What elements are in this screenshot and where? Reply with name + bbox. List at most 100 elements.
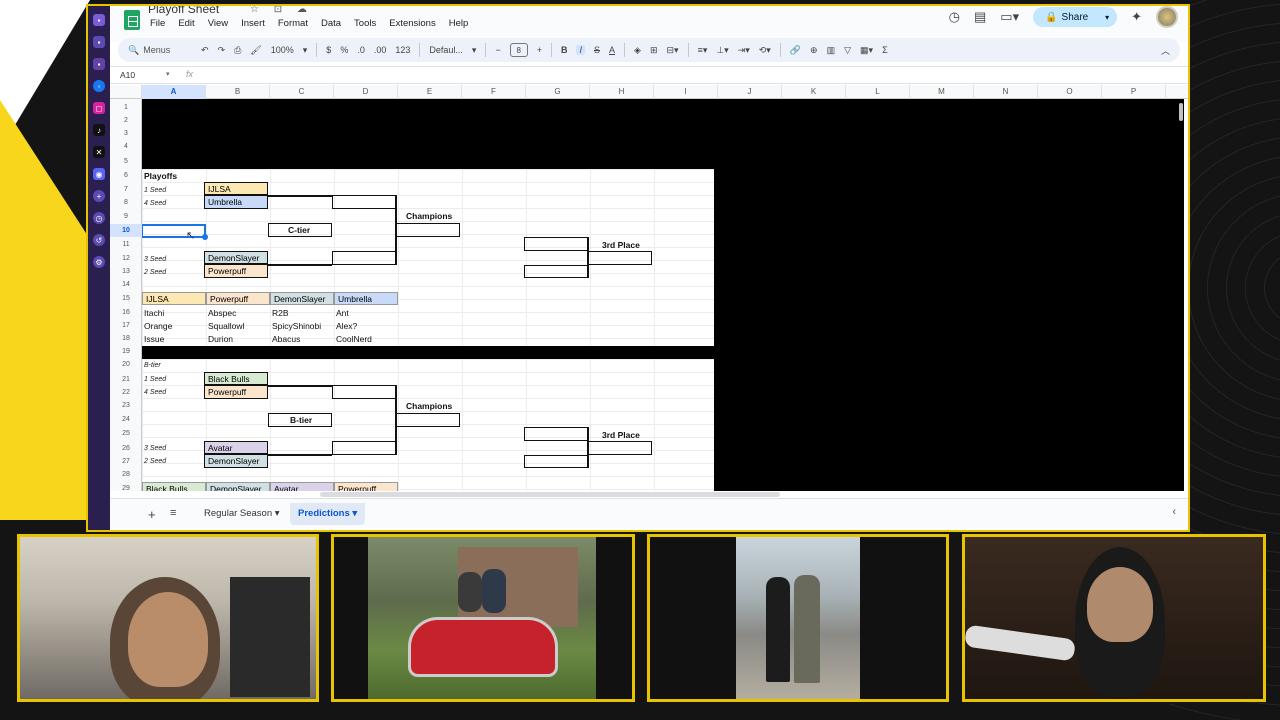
number-format-button[interactable]: 123: [395, 45, 410, 55]
cell-grid[interactable]: Playoffs 1 Seed 4 Seed 3 Seed 2 Seed IJL…: [142, 99, 1184, 491]
row-header[interactable]: 14: [110, 278, 142, 291]
link-icon[interactable]: 🔗: [790, 45, 801, 56]
row-header[interactable]: 23: [110, 399, 142, 412]
row-header[interactable]: 28: [110, 468, 142, 481]
roster-header[interactable]: Powerpuff: [334, 482, 398, 491]
roster-cell[interactable]: Ant: [334, 307, 349, 319]
row-header[interactable]: 17: [110, 319, 142, 332]
row-header[interactable]: 11: [110, 238, 142, 251]
font-size-increase-button[interactable]: +: [537, 45, 542, 55]
increase-decimal-button[interactable]: .00: [374, 45, 387, 55]
italic-button[interactable]: I: [576, 45, 585, 55]
rotate-icon[interactable]: ⟲▾: [759, 45, 771, 56]
vertical-scrollbar[interactable]: [1178, 101, 1184, 481]
col-header-h[interactable]: H: [590, 85, 654, 99]
roster-cell[interactable]: CoolNerd: [334, 333, 372, 345]
roster-header[interactable]: DemonSlayer: [270, 292, 334, 305]
filter-icon[interactable]: ▽: [844, 45, 851, 56]
share-button[interactable]: 🔒 Share ▾: [1033, 7, 1118, 27]
name-box[interactable]: A10: [120, 70, 135, 80]
chevron-down-icon[interactable]: ▾: [166, 70, 170, 78]
roster-cell[interactable]: Orange: [142, 320, 172, 332]
paint-format-icon[interactable]: 🖌: [250, 45, 261, 56]
font-size-decrease-button[interactable]: −: [495, 45, 500, 55]
chevron-down-icon[interactable]: ▾: [303, 45, 308, 56]
roster-cell[interactable]: Squallowl: [206, 320, 244, 332]
instagram-icon[interactable]: ◻: [93, 102, 105, 114]
menus-search[interactable]: 🔍 Menus: [128, 45, 192, 56]
row-header[interactable]: 19: [110, 345, 142, 358]
row-header[interactable]: 3: [110, 127, 142, 140]
team-cell[interactable]: Black Bulls: [204, 372, 268, 385]
col-header-o[interactable]: O: [1038, 85, 1102, 99]
row-header[interactable]: 7: [110, 183, 142, 196]
col-header-k[interactable]: K: [782, 85, 846, 99]
chevron-left-icon[interactable]: ‹: [1172, 506, 1176, 518]
x-icon[interactable]: ✕: [93, 146, 105, 158]
meet-icon[interactable]: ▭▾: [1000, 9, 1019, 25]
fill-color-icon[interactable]: ◈: [634, 45, 641, 56]
team-cell[interactable]: Powerpuff: [204, 385, 268, 399]
row-header[interactable]: 21: [110, 373, 142, 386]
team-cell[interactable]: DemonSlayer: [204, 454, 268, 468]
row-header-selected[interactable]: 10: [110, 224, 142, 237]
chevron-down-icon[interactable]: ▾: [275, 508, 280, 519]
horizontal-scrollbar[interactable]: [320, 492, 780, 497]
settings-icon[interactable]: ⚙: [93, 256, 105, 268]
history-icon[interactable]: ◷: [949, 9, 960, 25]
valign-icon[interactable]: ⊥▾: [716, 45, 728, 56]
col-header-f[interactable]: F: [462, 85, 526, 99]
text-color-button[interactable]: A: [609, 45, 615, 55]
font-size-input[interactable]: 8: [509, 43, 528, 57]
row-header[interactable]: 5: [110, 155, 142, 168]
avatar[interactable]: [1156, 6, 1178, 28]
tab-regular-season[interactable]: Regular Season ▾: [196, 503, 288, 525]
chart-icon[interactable]: ▥: [827, 45, 836, 56]
team-cell[interactable]: DemonSlayer: [204, 251, 268, 264]
col-header-c[interactable]: C: [270, 85, 334, 99]
row-header[interactable]: 6: [110, 169, 142, 182]
gemini-icon[interactable]: ✦: [1131, 9, 1142, 25]
team-cell[interactable]: Avatar: [204, 441, 268, 454]
roster-cell[interactable]: Abacus: [270, 333, 300, 345]
twitch-chat-icon[interactable]: ▪: [93, 58, 105, 70]
menu-insert[interactable]: Insert: [241, 18, 265, 29]
add-icon[interactable]: +: [93, 190, 105, 202]
roster-cell[interactable]: Alex?: [334, 320, 357, 332]
tiktok-icon[interactable]: ♪: [93, 124, 105, 136]
document-title[interactable]: Playoff Sheet: [148, 6, 219, 16]
row-header[interactable]: 4: [110, 140, 142, 153]
menu-data[interactable]: Data: [321, 18, 341, 29]
strikethrough-button[interactable]: S: [594, 45, 600, 55]
align-icon[interactable]: ≡▾: [698, 45, 708, 56]
collapse-toolbar-icon[interactable]: ︿: [1161, 44, 1170, 57]
comment-add-icon[interactable]: ⊕: [810, 45, 818, 56]
chevron-down-icon[interactable]: ▾: [472, 45, 477, 56]
menu-tools[interactable]: Tools: [354, 18, 376, 29]
col-header-j[interactable]: J: [718, 85, 782, 99]
roster-header[interactable]: Umbrella: [334, 292, 398, 305]
row-header[interactable]: 27: [110, 455, 142, 468]
scroll-thumb[interactable]: [1179, 103, 1183, 121]
font-select[interactable]: Defaul...: [429, 45, 463, 55]
twitch-icon[interactable]: ▪: [93, 14, 105, 26]
roster-cell[interactable]: Itachi: [142, 307, 164, 319]
roster-header[interactable]: DemonSlayer: [206, 482, 270, 491]
roster-cell[interactable]: Durion: [206, 333, 233, 345]
col-header-g[interactable]: G: [526, 85, 590, 99]
roster-cell[interactable]: R2B: [270, 307, 289, 319]
col-header-e[interactable]: E: [398, 85, 462, 99]
row-header[interactable]: 26: [110, 442, 142, 455]
roster-header[interactable]: IJLSA: [142, 292, 206, 305]
menu-view[interactable]: View: [208, 18, 228, 29]
menu-help[interactable]: Help: [449, 18, 469, 29]
messenger-icon[interactable]: ◦: [93, 80, 105, 92]
row-header[interactable]: 12: [110, 252, 142, 265]
row-header[interactable]: 20: [110, 358, 142, 371]
team-cell[interactable]: Umbrella: [204, 195, 268, 209]
col-header-i[interactable]: I: [654, 85, 718, 99]
menu-format[interactable]: Format: [278, 18, 308, 29]
wrap-icon[interactable]: ⇥▾: [738, 45, 750, 56]
row-header[interactable]: 18: [110, 332, 142, 345]
history-icon[interactable]: ↺: [93, 234, 105, 246]
